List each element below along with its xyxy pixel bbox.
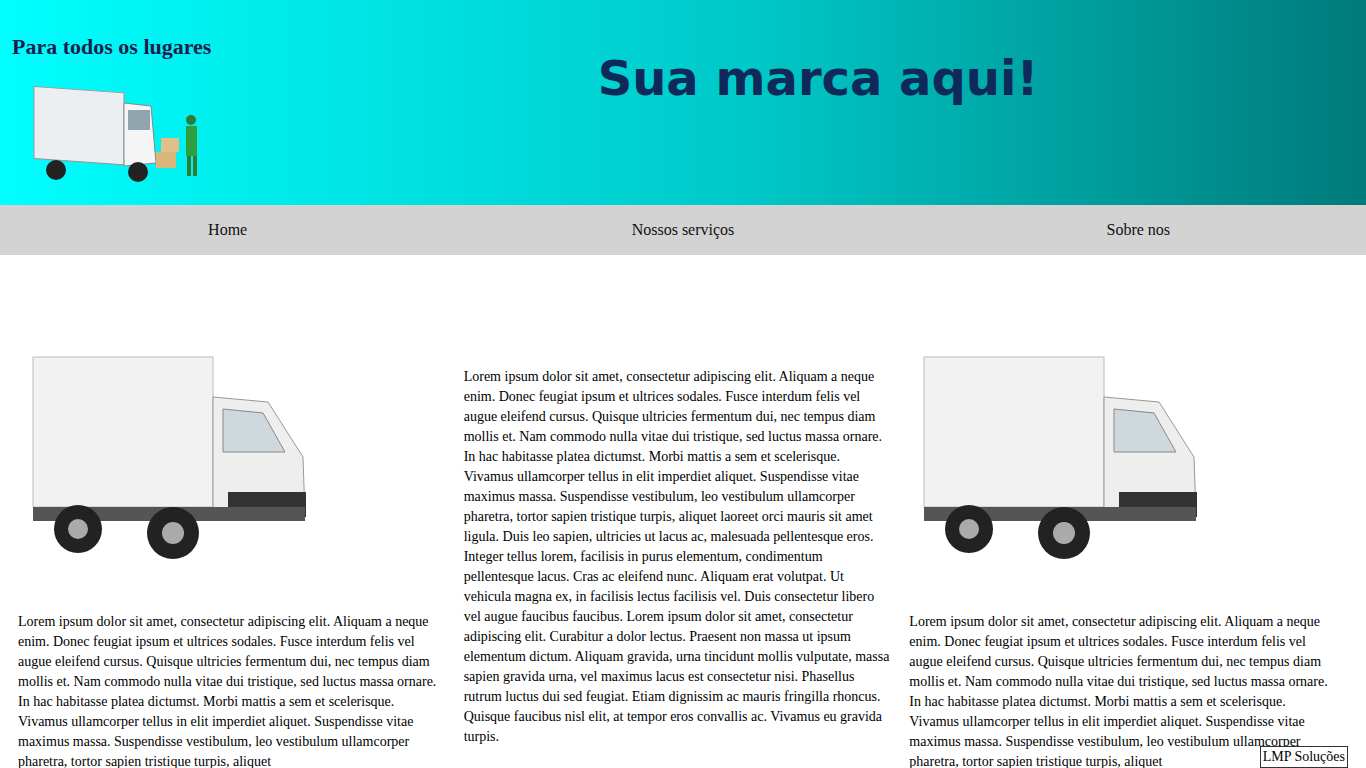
truck-icon <box>22 347 314 562</box>
site-footer: LMP Soluções <box>1260 746 1348 768</box>
header-right: Sua marca aqui! <box>520 0 1366 205</box>
nav-item[interactable]: Home <box>0 205 455 255</box>
nav-item[interactable]: Sobre nos <box>911 205 1366 255</box>
header-left: Para todos os lugares <box>0 0 520 205</box>
truck-icon <box>26 78 206 188</box>
site-tagline: Para todos os lugares <box>0 0 520 60</box>
site-brand: Sua marca aqui! <box>598 0 1039 205</box>
column-text: Lorem ipsum dolor sit amet, consectetur … <box>464 255 893 747</box>
column-text: Lorem ipsum dolor sit amet, consectetur … <box>909 612 1338 768</box>
column-text: Lorem ipsum dolor sit amet, consectetur … <box>18 612 447 768</box>
truck-icon <box>913 347 1205 562</box>
nav-item[interactable]: Nossos serviços <box>455 205 910 255</box>
site-header: Para todos os lugares Sua marca aqui! <box>0 0 1366 205</box>
content-column: Lorem ipsum dolor sit amet, consectetur … <box>18 255 447 768</box>
main-nav: HomeNossos serviçosSobre nos <box>0 205 1366 255</box>
content-column: Lorem ipsum dolor sit amet, consectetur … <box>909 255 1338 768</box>
content-column: Lorem ipsum dolor sit amet, consectetur … <box>464 255 893 768</box>
content-area: Lorem ipsum dolor sit amet, consectetur … <box>0 255 1366 768</box>
